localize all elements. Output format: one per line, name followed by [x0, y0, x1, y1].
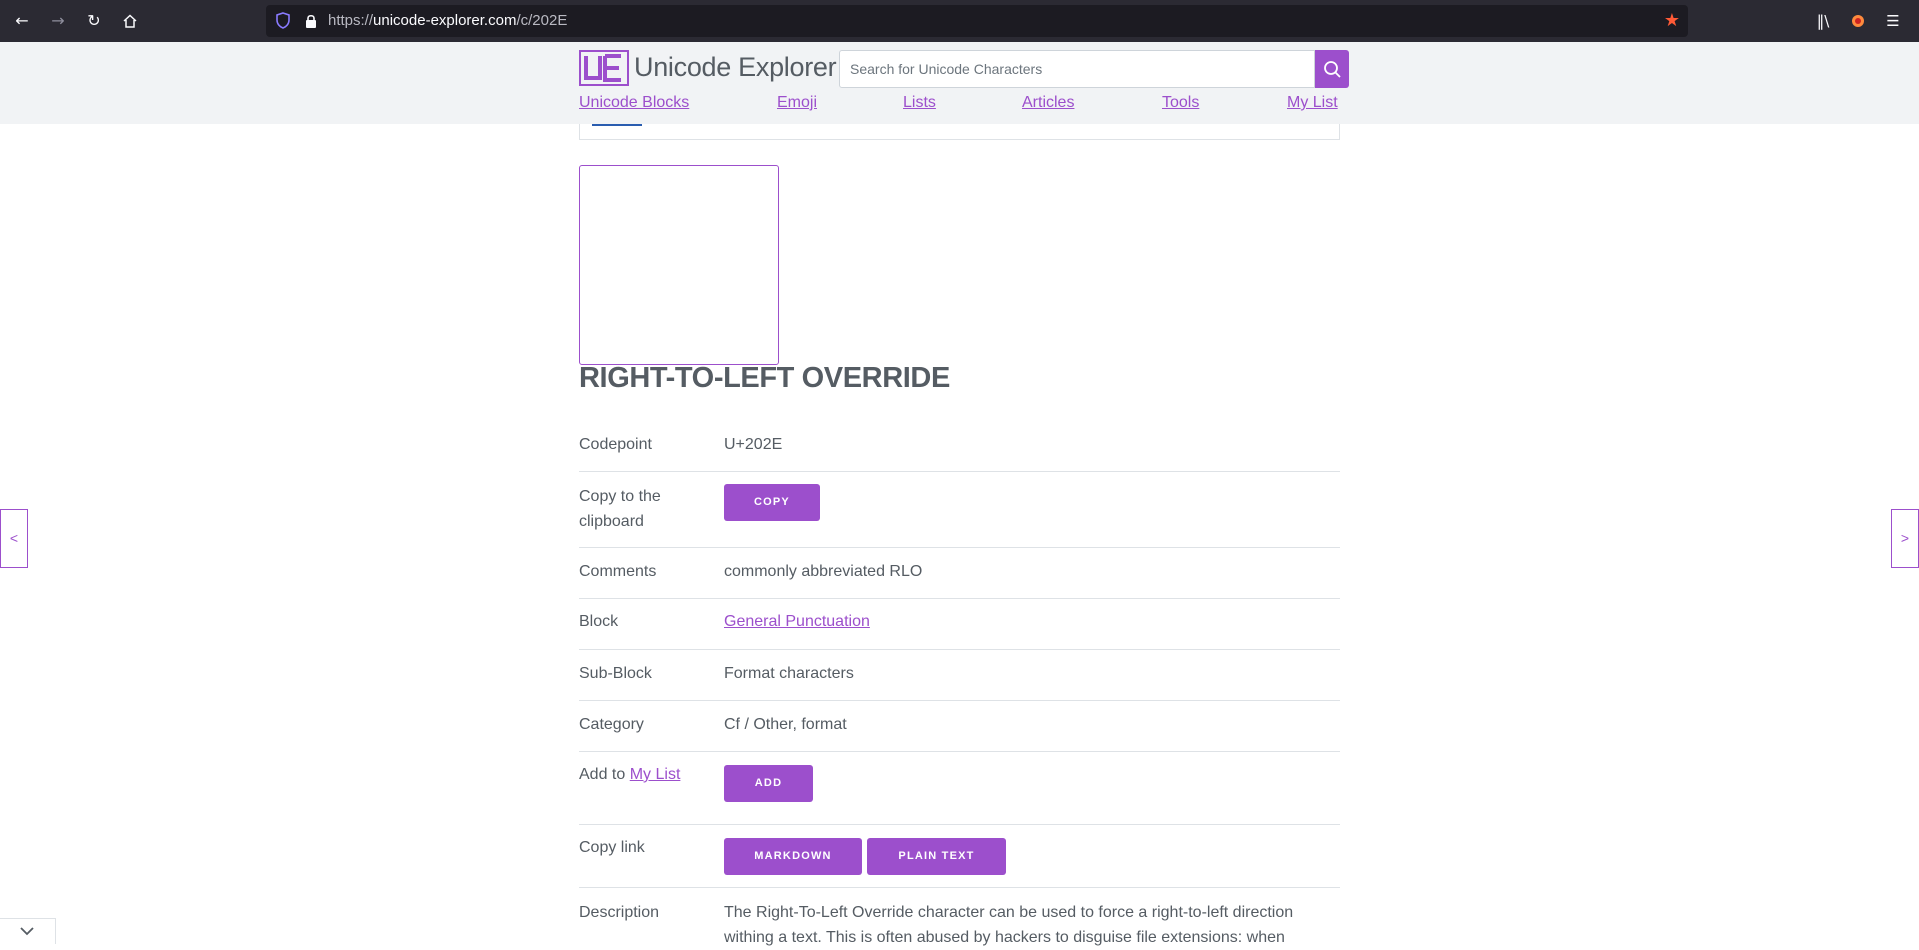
subblock-label: Sub-Block — [579, 665, 652, 682]
add-to-label: Add to My List — [579, 766, 681, 783]
tracking-shield-icon[interactable] — [276, 12, 290, 29]
hamburger-menu-icon[interactable]: ☰ — [1881, 9, 1905, 33]
table-row: Comments commonly abbreviated RLO — [579, 548, 1340, 599]
browser-toolbar: ← → ↻ https://unicode-explorer.com/c/202… — [0, 0, 1919, 42]
forward-arrow-icon[interactable]: → — [45, 9, 71, 33]
nav-articles[interactable]: Articles — [1022, 94, 1074, 112]
category-label: Category — [579, 716, 644, 733]
nav-emoji[interactable]: Emoji — [777, 94, 817, 112]
subblock-value: Format characters — [724, 665, 854, 682]
nav-tools[interactable]: Tools — [1162, 94, 1199, 112]
lock-icon[interactable] — [304, 13, 318, 29]
previous-character-button[interactable]: < — [0, 509, 28, 568]
nav-unicode-blocks[interactable]: Unicode Blocks — [579, 94, 689, 112]
table-row: Category Cf / Other, format — [579, 701, 1340, 752]
copy-link-label: Copy link — [579, 839, 645, 856]
chevron-down-icon — [20, 927, 34, 936]
reload-icon[interactable]: ↻ — [81, 9, 107, 33]
search-button[interactable] — [1315, 50, 1349, 88]
back-arrow-icon[interactable]: ← — [9, 9, 35, 33]
codepoint-value: U+202E — [724, 436, 783, 453]
character-name: RIGHT-TO-LEFT OVERRIDE — [579, 362, 950, 394]
copy-clipboard-label: Copy to the clipboard — [579, 488, 661, 530]
extension-icon[interactable] — [1846, 9, 1870, 33]
search-icon — [1324, 61, 1341, 78]
add-button[interactable]: ADD — [724, 765, 813, 802]
search-field[interactable] — [839, 50, 1315, 88]
comments-value: commonly abbreviated RLO — [724, 563, 923, 580]
table-row: Sub-Block Format characters — [579, 650, 1340, 701]
table-row: Add to My List ADD — [579, 752, 1340, 825]
category-value: Cf / Other, format — [724, 716, 847, 733]
address-bar[interactable]: https://unicode-explorer.com/c/202E ★ — [266, 5, 1688, 37]
description-label: Description — [579, 904, 660, 921]
block-label: Block — [579, 613, 619, 630]
site-header: Unicode Explorer Unicode Blocks Emoji Li… — [0, 42, 1919, 124]
table-row: Description The Right-To-Left Override c… — [579, 888, 1340, 948]
home-icon[interactable] — [117, 9, 143, 33]
character-glyph-preview — [579, 165, 779, 365]
next-character-button[interactable]: > — [1891, 509, 1919, 568]
url-text: https://unicode-explorer.com/c/202E — [328, 12, 568, 29]
block-link[interactable]: General Punctuation — [724, 613, 870, 630]
tab-panel-border — [579, 124, 1340, 140]
library-icon[interactable]: ‖\ — [1811, 9, 1835, 33]
search-input[interactable] — [840, 51, 1314, 87]
collapse-toggle[interactable] — [0, 918, 56, 944]
table-row: Copy link MARKDOWN PLAIN TEXT — [579, 825, 1340, 888]
table-row: Block General Punctuation — [579, 599, 1340, 650]
block-value: General Punctuation — [724, 609, 870, 634]
bookmark-star-icon[interactable]: ★ — [1664, 10, 1680, 31]
copy-button[interactable]: COPY — [724, 484, 820, 521]
description-value: The Right-To-Left Override character can… — [724, 904, 1294, 946]
nav-my-list[interactable]: My List — [1287, 94, 1338, 112]
table-row: Copy to the clipboard COPY — [579, 472, 1340, 548]
unicode-explorer-logo-icon[interactable] — [579, 50, 629, 86]
comments-label: Comments — [579, 563, 657, 580]
my-list-link[interactable]: My List — [630, 766, 681, 783]
codepoint-label: Codepoint — [579, 436, 652, 453]
active-tab-indicator — [592, 124, 642, 126]
table-row: Codepoint U+202E — [579, 423, 1340, 472]
plain-text-button[interactable]: PLAIN TEXT — [867, 838, 1006, 875]
site-title[interactable]: Unicode Explorer — [634, 52, 837, 83]
markdown-button[interactable]: MARKDOWN — [724, 838, 862, 875]
nav-lists[interactable]: Lists — [903, 94, 936, 112]
